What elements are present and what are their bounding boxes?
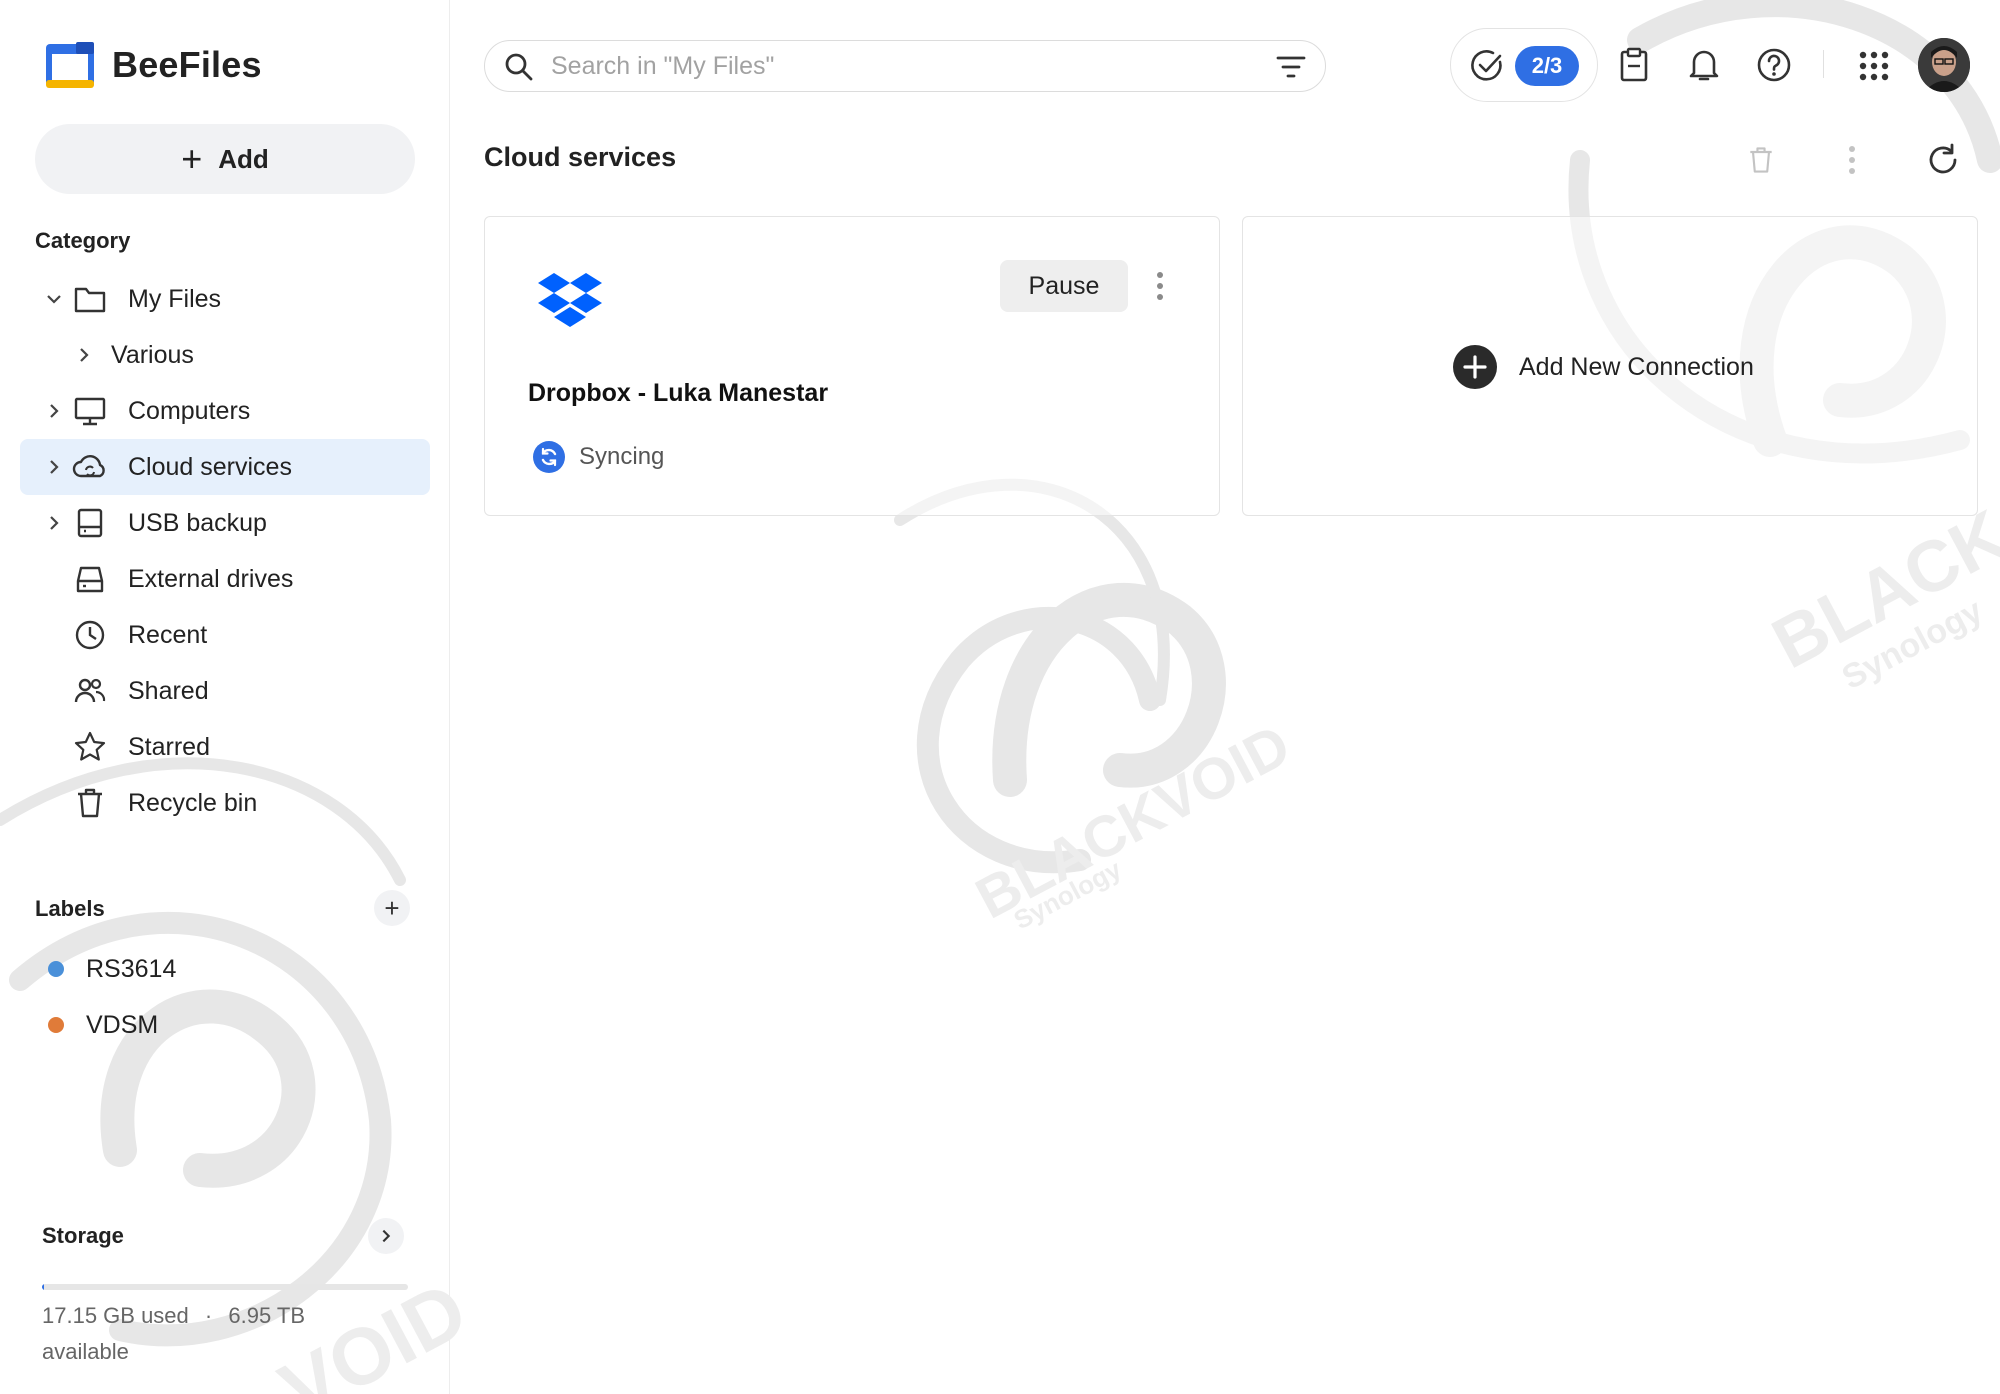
plus-icon: + (384, 892, 400, 923)
chevron-right-icon (382, 1229, 391, 1243)
plus-icon: + (181, 138, 203, 179)
tasks-count-badge: 2/3 (1515, 46, 1579, 86)
add-button-label: Add (218, 143, 269, 174)
add-connection-card[interactable]: Add New Connection (1242, 216, 1978, 516)
label-item-vdsm[interactable]: VDSM (48, 1005, 158, 1045)
add-new-connection-label: Add New Connection (1519, 352, 1754, 381)
status-text: Syncing (579, 443, 665, 470)
help-icon[interactable] (1756, 46, 1792, 84)
apps-grid-icon[interactable] (1856, 46, 1892, 84)
sidebar-item-label: Recent (128, 620, 208, 649)
computer-icon (74, 397, 106, 426)
sidebar: BeeFiles + Add Category My Files Various… (0, 0, 450, 1394)
user-photo-icon (1918, 38, 1970, 92)
usb-backup-icon (77, 508, 103, 538)
divider (1823, 50, 1824, 78)
cloud-sync-icon (72, 455, 105, 478)
add-new-connection-button[interactable]: Add New Connection (1453, 345, 1754, 389)
add-label-button[interactable]: + (374, 890, 410, 926)
storage-details-button[interactable] (368, 1218, 404, 1254)
syncing-icon (533, 441, 565, 473)
trash-icon (1750, 147, 1772, 173)
storage-separator: · (204, 1303, 213, 1328)
delete-button[interactable] (1729, 128, 1793, 192)
dropbox-icon (538, 273, 602, 327)
refresh-button[interactable] (1911, 128, 1975, 192)
sidebar-item-label: Computers (128, 396, 251, 425)
sidebar-item-label: Shared (128, 676, 209, 705)
connection-name: Dropbox - Luka Manestar (528, 379, 829, 407)
sidebar-item-label: Cloud services (128, 452, 292, 481)
brand[interactable]: BeeFiles (46, 40, 262, 90)
check-circle-icon (1471, 50, 1502, 81)
sidebar-item-my-files[interactable]: My Files (20, 271, 430, 327)
search-input[interactable] (551, 49, 1211, 83)
people-icon (74, 678, 106, 703)
clipboard-icon[interactable] (1616, 46, 1652, 84)
sidebar-item-label: My Files (128, 284, 222, 313)
avatar[interactable] (1918, 38, 1970, 92)
chevron-right-icon[interactable] (73, 344, 95, 366)
sidebar-item-cloud-services[interactable]: Cloud services (20, 439, 430, 495)
plus-circle-icon (1453, 345, 1497, 389)
sidebar-item-usb-backup[interactable]: USB backup (20, 495, 430, 551)
svg-text:BLACK: BLACK (1760, 495, 2000, 684)
pause-button[interactable]: Pause (1000, 260, 1128, 312)
sidebar-item-recent[interactable]: Recent (20, 607, 430, 663)
category-title: Category (35, 228, 131, 253)
search-icon (505, 53, 533, 81)
labels-title: Labels (35, 896, 105, 921)
clock-icon (75, 620, 105, 650)
chevron-down-icon[interactable] (43, 288, 65, 310)
star-icon (74, 731, 106, 761)
sidebar-item-shared[interactable]: Shared (20, 663, 430, 719)
storage-summary: 17.15 GB used · 6.95 TB available (42, 1298, 382, 1370)
chevron-right-icon[interactable] (43, 400, 65, 422)
sidebar-item-recycle-bin[interactable]: Recycle bin (20, 775, 430, 831)
storage-used: 17.15 GB used (42, 1303, 189, 1328)
connection-more-button[interactable] (1145, 263, 1175, 309)
sidebar-item-label: Recycle bin (128, 788, 258, 817)
background-tasks-button[interactable]: 2/3 (1450, 28, 1598, 102)
filter-icon[interactable] (1275, 53, 1307, 81)
connection-status: Syncing (533, 439, 664, 475)
folder-icon (74, 287, 106, 313)
connection-card-dropbox[interactable]: Pause Dropbox - Luka Manestar Syncing (484, 216, 1220, 516)
storage-usage-bar (42, 1284, 408, 1290)
more-vertical-icon (1849, 146, 1855, 174)
add-button[interactable]: + Add (35, 124, 415, 194)
beefiles-logo-icon (46, 42, 94, 88)
storage-usage-fill (42, 1284, 44, 1290)
sidebar-item-various[interactable]: Various (20, 327, 430, 383)
chevron-right-icon[interactable] (43, 456, 65, 478)
label-color-dot (48, 961, 64, 977)
chevron-right-icon[interactable] (43, 512, 65, 534)
sidebar-item-label: Starred (128, 732, 210, 761)
refresh-icon (1929, 143, 1957, 174)
app-name: BeeFiles (112, 44, 262, 85)
svg-text:Synology: Synology (1836, 592, 1989, 697)
sidebar-item-label: Various (111, 340, 194, 369)
label-name: VDSM (86, 1010, 159, 1039)
search-bar[interactable] (484, 40, 1326, 92)
sidebar-item-computers[interactable]: Computers (20, 383, 430, 439)
svg-text:Synology: Synology (1009, 854, 1127, 936)
sidebar-item-starred[interactable]: Starred (20, 719, 430, 775)
more-vertical-icon (1157, 272, 1163, 300)
more-options-button[interactable] (1820, 128, 1884, 192)
page-title: Cloud services (484, 142, 677, 172)
bell-icon[interactable] (1686, 46, 1722, 84)
trash-icon (78, 788, 102, 818)
sidebar-item-label: External drives (128, 564, 294, 593)
label-color-dot (48, 1017, 64, 1033)
svg-text:BLACKVOID: BLACKVOID (966, 712, 1301, 931)
external-drive-icon (76, 566, 104, 593)
sidebar-item-external-drives[interactable]: External drives (20, 551, 430, 607)
storage-title: Storage (42, 1223, 124, 1248)
label-name: RS3614 (86, 954, 177, 983)
sidebar-item-label: USB backup (128, 508, 267, 537)
label-item-rs3614[interactable]: RS3614 (48, 949, 176, 989)
